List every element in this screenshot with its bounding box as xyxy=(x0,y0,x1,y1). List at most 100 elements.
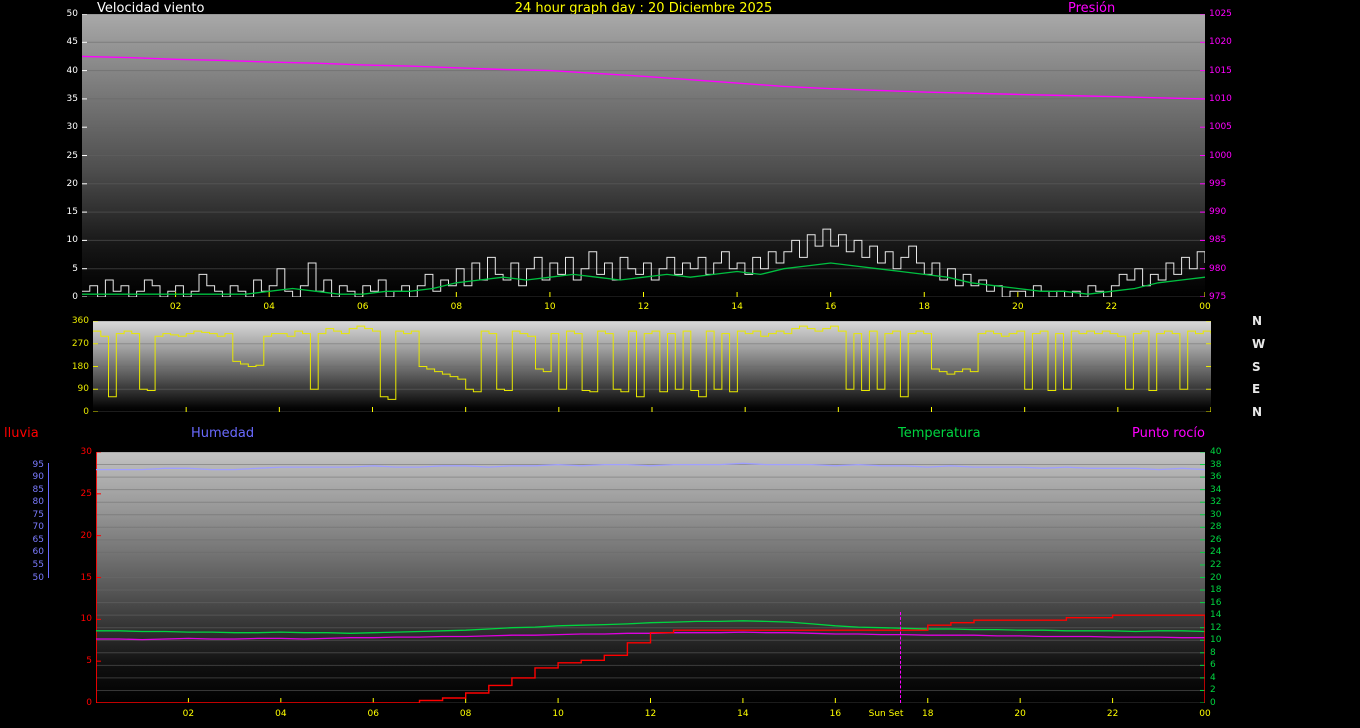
axis-tick-label: 985 xyxy=(1209,235,1227,246)
axis-tick-label: 4 xyxy=(1210,672,1216,683)
axis-tick-label: 5 xyxy=(72,263,78,274)
x-tick-label: 14 xyxy=(737,709,749,719)
sunset-marker-line xyxy=(900,612,901,703)
axis-tick-label: 50 xyxy=(32,572,44,583)
axis-tick-label: 40 xyxy=(1210,447,1222,457)
axis-tick-label: 360 xyxy=(71,316,89,326)
x-tick-label: 04 xyxy=(263,302,275,312)
humidity-label: Humedad xyxy=(191,426,255,441)
axis-tick-label: 85 xyxy=(32,484,44,495)
x-tick-label: 10 xyxy=(552,709,564,719)
x-tick-label: 00 xyxy=(1199,709,1211,719)
axis-tick-label: 2 xyxy=(1210,685,1216,696)
sunset-label: Sun Set xyxy=(868,709,904,719)
x-tick-label: 16 xyxy=(824,302,837,312)
axis-tick-label: 20 xyxy=(1210,572,1222,583)
humidity-axis: 95 90 85 80 75 70 65 60 55 50 xyxy=(18,452,44,703)
axis-tick-label: 180 xyxy=(71,361,89,372)
axis-tick-label: 28 xyxy=(1210,522,1222,533)
axis-tick-label: 995 xyxy=(1209,178,1227,189)
x-tick-label: 04 xyxy=(275,709,287,719)
x-tick-label: 22 xyxy=(1105,302,1118,312)
axis-tick-label: 975 xyxy=(1209,292,1227,302)
axis-tick-label: 90 xyxy=(32,472,44,483)
dew-point-label: Punto rocío xyxy=(1132,426,1205,441)
axis-tick-label: 90 xyxy=(77,384,89,395)
axis-tick-label: 25 xyxy=(66,150,78,161)
axis-tick-label: 1025 xyxy=(1209,9,1232,19)
axis-tick-label: 30 xyxy=(1210,509,1222,520)
axis-tick-label: 18 xyxy=(1210,585,1222,596)
bottom-x-axis: Sun Set 02 04 06 08 10 12 14 16 18 20 22 00 xyxy=(96,707,1211,721)
axis-tick-label: 980 xyxy=(1209,263,1227,274)
axis-tick-label: 990 xyxy=(1209,207,1227,218)
axis-tick-label: 1000 xyxy=(1209,150,1232,161)
compass-axis: NWSEN xyxy=(1252,314,1268,419)
axis-tick-label: 55 xyxy=(32,559,44,570)
axis-tick-label: 45 xyxy=(66,37,78,48)
axis-tick-label: 38 xyxy=(1210,459,1222,470)
axis-tick-label: 32 xyxy=(1210,497,1222,508)
axis-tick-label: 15 xyxy=(66,207,78,218)
axis-tick-label: 16 xyxy=(1210,597,1222,608)
compass-letter: E xyxy=(1252,382,1261,397)
axis-tick-label: 34 xyxy=(1210,484,1222,495)
rain-label: lluvia xyxy=(4,426,39,441)
x-tick-label: 20 xyxy=(1012,302,1024,312)
axis-tick-label: 25 xyxy=(80,488,92,499)
compass-letter: W xyxy=(1252,336,1266,351)
axis-tick-label: 1005 xyxy=(1209,122,1232,133)
axis-tick-label: 24 xyxy=(1210,547,1222,558)
x-tick-label: 22 xyxy=(1106,709,1119,719)
x-tick-label: 18 xyxy=(922,709,934,719)
wind-pressure-chart-canvas xyxy=(82,14,1205,297)
axis-tick-label: 20 xyxy=(80,530,92,541)
temperature-axis: 40 38 36 34 32 30 28 26 24 22 20 18 16 14 12 10 8 6 4 2 0 xyxy=(1210,447,1240,708)
axis-tick-label: 14 xyxy=(1210,610,1222,621)
x-tick-label: 18 xyxy=(918,302,930,312)
axis-tick-label: 15 xyxy=(80,572,92,583)
x-tick-label: 16 xyxy=(829,709,842,719)
x-tick-label: 02 xyxy=(169,302,182,312)
axis-tick-label: 0 xyxy=(86,698,92,708)
wind-speed-axis: 50 45 40 35 30 25 20 15 10 5 0 xyxy=(38,9,78,302)
temperature-label: Temperatura xyxy=(898,426,981,441)
axis-tick-label: 60 xyxy=(32,547,44,558)
axis-tick-label: 10 xyxy=(1210,635,1222,646)
axis-tick-label: 0 xyxy=(72,292,78,302)
wind-direction-axis: 360 270 180 90 0 xyxy=(55,316,89,417)
axis-tick-label: 0 xyxy=(1210,698,1216,708)
x-tick-label: 12 xyxy=(637,302,650,312)
axis-tick-label: 40 xyxy=(66,65,78,76)
rain-humidity-temp-chart-canvas xyxy=(96,452,1205,703)
weather-station-dashboard: Velocidad viento 24 hour graph day : 20 … xyxy=(0,0,1360,728)
axis-tick-label: 30 xyxy=(80,447,92,457)
axis-tick-label: 80 xyxy=(32,497,44,508)
axis-tick-label: 10 xyxy=(66,235,78,246)
axis-tick-label: 70 xyxy=(32,522,44,533)
axis-tick-label: 5 xyxy=(86,656,92,667)
rain-humidity-temp-chart xyxy=(96,452,1205,703)
x-tick-label: 08 xyxy=(450,302,463,312)
axis-tick-label: 1010 xyxy=(1209,93,1232,104)
axis-tick-label: 8 xyxy=(1210,647,1216,658)
axis-tick-label: 20 xyxy=(66,178,78,189)
wind-pressure-chart xyxy=(82,14,1205,297)
x-tick-label: 14 xyxy=(731,302,743,312)
compass-letter: S xyxy=(1252,359,1261,374)
x-tick-label: 08 xyxy=(459,709,472,719)
axis-tick-label: 1015 xyxy=(1209,65,1232,76)
axis-tick-label: 95 xyxy=(32,459,44,470)
x-tick-label: 20 xyxy=(1014,709,1026,719)
axis-tick-label: 22 xyxy=(1210,559,1222,570)
axis-tick-label: 35 xyxy=(66,93,78,104)
axis-tick-label: 30 xyxy=(66,122,78,133)
axis-tick-label: 26 xyxy=(1210,534,1222,545)
x-tick-label: 06 xyxy=(367,709,379,719)
axis-tick-label: 6 xyxy=(1210,660,1216,671)
axis-tick-label: 1020 xyxy=(1209,37,1232,48)
axis-tick-label: 0 xyxy=(83,407,89,417)
compass-letter: N xyxy=(1252,314,1263,328)
axis-tick-label: 12 xyxy=(1210,622,1222,633)
axis-tick-label: 75 xyxy=(32,509,44,520)
